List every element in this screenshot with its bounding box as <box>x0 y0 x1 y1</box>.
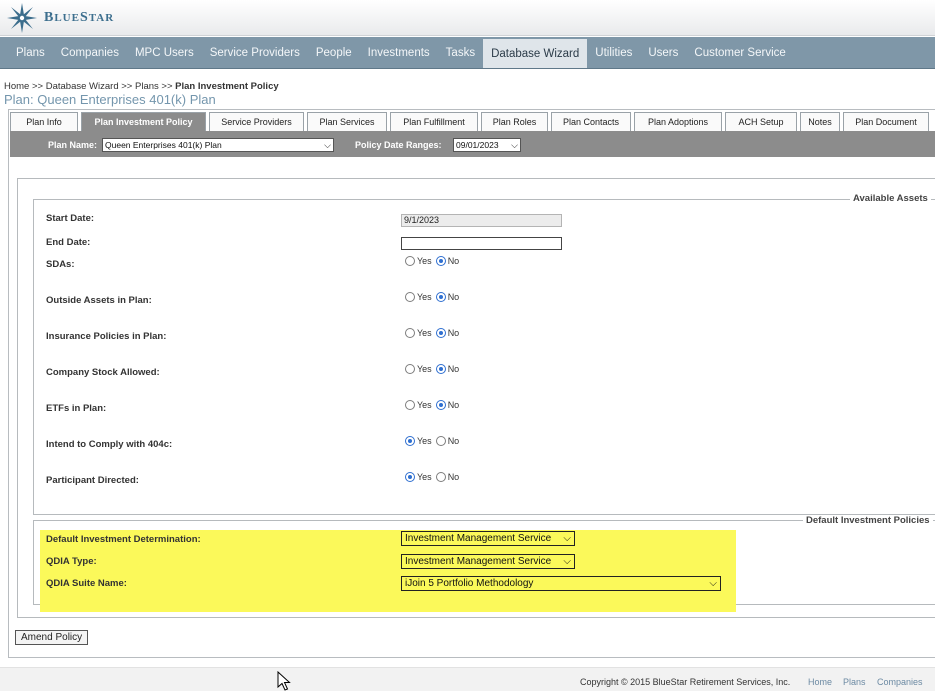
etfs-label: ETFs in Plan: <box>46 403 107 414</box>
default-determination-select[interactable]: Investment Management Service ⌵ <box>401 531 575 546</box>
copyright-text: Copyright © 2015 BlueStar Retirement Ser… <box>580 677 791 687</box>
comply-404c-no-radio[interactable] <box>435 436 446 446</box>
tab-plan-info[interactable]: Plan Info <box>10 112 78 131</box>
qdia-suite-label: QDIA Suite Name: <box>46 578 127 589</box>
start-date-field[interactable]: 9/1/2023 <box>401 214 562 227</box>
company-stock-radio-group: Yes No <box>405 364 463 374</box>
top-header: BLUESTAR <box>0 0 935 36</box>
participant-directed-radio-group: Yes No <box>405 472 463 482</box>
chevron-down-icon: ⌵ <box>324 140 331 150</box>
plan-name-select[interactable]: Queen Enterprises 401(k) Plan ⌵ <box>102 138 334 152</box>
nav-people[interactable]: People <box>308 37 360 68</box>
outside-assets-radio-group: Yes No <box>405 292 463 302</box>
logo-text: BLUESTAR <box>44 10 115 25</box>
company-stock-no-radio[interactable] <box>435 364 446 374</box>
tab-notes[interactable]: Notes <box>800 112 840 131</box>
end-date-field[interactable] <box>401 237 562 250</box>
breadcrumb-current: Plan Investment Policy <box>175 81 279 92</box>
breadcrumb-home[interactable]: Home <box>4 81 29 92</box>
default-determination-label: Default Investment Determination: <box>46 534 201 545</box>
tab-plan-investment-policy[interactable]: Plan Investment Policy <box>81 112 206 131</box>
filter-bar: Plan Name: Queen Enterprises 401(k) Plan… <box>10 131 935 157</box>
default-policies-legend: Default Investment Policies <box>803 515 933 526</box>
footer-link-home[interactable]: Home <box>808 677 832 687</box>
main-nav: Plans Companies MPC Users Service Provid… <box>0 37 935 69</box>
nav-database-wizard[interactable]: Database Wizard <box>483 39 588 68</box>
plan-name-label: Plan Name: <box>48 140 98 150</box>
outside-assets-yes-radio[interactable] <box>405 292 415 302</box>
chevron-down-icon: ⌵ <box>563 556 571 567</box>
chevron-down-icon: ⌵ <box>709 578 717 589</box>
company-stock-yes-radio[interactable] <box>405 364 415 374</box>
tab-plan-services[interactable]: Plan Services <box>307 112 387 131</box>
tab-plan-document[interactable]: Plan Document <box>843 112 929 131</box>
sdas-radio-group: Yes No <box>405 256 463 266</box>
tab-plan-contacts[interactable]: Plan Contacts <box>551 112 631 131</box>
qdia-suite-select[interactable]: iJoin 5 Portfolio Methodology ⌵ <box>401 576 721 591</box>
insurance-policies-no-radio[interactable] <box>435 328 446 338</box>
star-logo-icon <box>7 3 37 33</box>
tab-plan-adoptions[interactable]: Plan Adoptions <box>634 112 722 131</box>
nav-plans[interactable]: Plans <box>8 37 53 68</box>
nav-customer-service[interactable]: Customer Service <box>686 37 793 68</box>
policy-date-label: Policy Date Ranges: <box>355 140 442 150</box>
company-stock-label: Company Stock Allowed: <box>46 367 160 378</box>
available-assets-legend: Available Assets <box>850 193 931 204</box>
tab-plan-roles[interactable]: Plan Roles <box>481 112 548 131</box>
nav-investments[interactable]: Investments <box>360 37 438 68</box>
etfs-no-radio[interactable] <box>435 400 446 410</box>
nav-mpc-users[interactable]: MPC Users <box>127 37 202 68</box>
tab-service-providers[interactable]: Service Providers <box>209 112 304 131</box>
page-title: Plan: Queen Enterprises 401(k) Plan <box>4 92 216 107</box>
breadcrumb-plans[interactable]: Plans <box>135 81 159 92</box>
start-date-label: Start Date: <box>46 213 95 224</box>
tab-ach-setup[interactable]: ACH Setup <box>725 112 797 131</box>
chevron-down-icon: ⌵ <box>511 140 518 150</box>
nav-utilities[interactable]: Utilities <box>587 37 640 68</box>
breadcrumb-database-wizard[interactable]: Database Wizard <box>46 81 119 92</box>
bluestar-logo[interactable]: BLUESTAR <box>6 2 114 34</box>
nav-users[interactable]: Users <box>640 37 686 68</box>
participant-directed-yes-radio[interactable] <box>405 472 415 482</box>
insurance-policies-yes-radio[interactable] <box>405 328 415 338</box>
breadcrumb: Home >> Database Wizard >> Plans >> Plan… <box>4 81 279 92</box>
insurance-policies-label: Insurance Policies in Plan: <box>46 331 167 342</box>
comply-404c-yes-radio[interactable] <box>405 436 415 446</box>
etfs-yes-radio[interactable] <box>405 400 415 410</box>
participant-directed-no-radio[interactable] <box>435 472 446 482</box>
sdas-no-radio[interactable] <box>435 256 446 266</box>
footer-link-companies[interactable]: Companies <box>877 677 923 687</box>
comply-404c-label: Intend to Comply with 404c: <box>46 439 173 450</box>
nav-companies[interactable]: Companies <box>53 37 127 68</box>
end-date-label: End Date: <box>46 237 91 248</box>
chevron-down-icon: ⌵ <box>563 533 571 544</box>
qdia-type-label: QDIA Type: <box>46 556 97 567</box>
nav-tasks[interactable]: Tasks <box>438 37 483 68</box>
footer-link-plans[interactable]: Plans <box>843 677 866 687</box>
etfs-radio-group: Yes No <box>405 400 463 410</box>
mouse-pointer-icon <box>277 671 291 691</box>
insurance-policies-radio-group: Yes No <box>405 328 463 338</box>
qdia-type-select[interactable]: Investment Management Service ⌵ <box>401 554 575 569</box>
participant-directed-label: Participant Directed: <box>46 475 139 486</box>
nav-service-providers[interactable]: Service Providers <box>202 37 308 68</box>
outside-assets-label: Outside Assets in Plan: <box>46 295 152 306</box>
tab-plan-fulfillment[interactable]: Plan Fulfillment <box>390 112 478 131</box>
sdas-yes-radio[interactable] <box>405 256 415 266</box>
plan-tabs: Plan Info Plan Investment Policy Service… <box>10 112 932 131</box>
policy-date-select[interactable]: 09/01/2023 ⌵ <box>453 138 521 152</box>
amend-policy-button[interactable]: Amend Policy <box>15 630 89 645</box>
sdas-label: SDAs: <box>46 259 75 270</box>
footer: Copyright © 2015 BlueStar Retirement Ser… <box>0 667 935 691</box>
outside-assets-no-radio[interactable] <box>435 292 446 302</box>
comply-404c-radio-group: Yes No <box>405 436 463 446</box>
